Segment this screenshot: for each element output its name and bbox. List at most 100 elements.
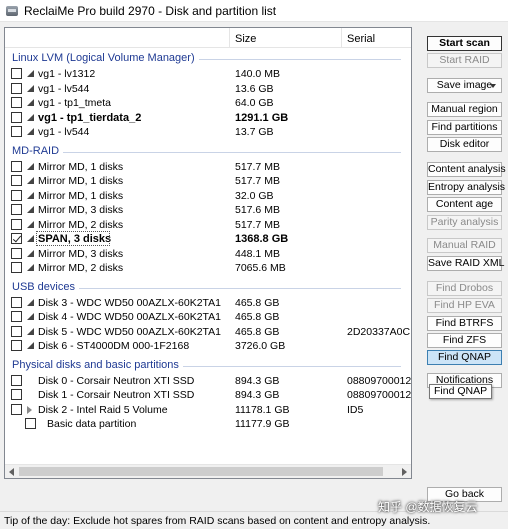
row-checkbox[interactable]: [11, 262, 22, 273]
list-item[interactable]: Mirror MD, 2 disks 517.7 MB: [5, 218, 411, 232]
find-qnap-button[interactable]: Find QNAP: [427, 350, 502, 365]
list-item[interactable]: Mirror MD, 2 disks 7065.6 MB: [5, 261, 411, 275]
row-checkbox[interactable]: [11, 111, 22, 123]
row-name: Disk 4 - WDC WD50 00AZLX-60K2TA1: [38, 311, 222, 323]
find-hp-eva-button[interactable]: Find HP EVA: [427, 298, 502, 313]
list-item[interactable]: SPAN, 3 disks 1368.8 GB: [5, 231, 411, 246]
list-item[interactable]: Disk 4 - WDC WD50 00AZLX-60K2TA1 465.8 GB: [5, 310, 411, 324]
content-analysis-button[interactable]: Content analysis: [427, 162, 506, 177]
row-name: Mirror MD, 2 disks: [38, 218, 124, 231]
tree-node-icon: [27, 84, 34, 92]
parity-analysis-label: Parity analysis: [430, 216, 499, 228]
row-checkbox[interactable]: [11, 218, 22, 230]
column-header-serial[interactable]: Serial: [347, 33, 375, 45]
list-item[interactable]: Disk 6 - ST4000DM 000-1F2168 3726.0 GB: [5, 339, 411, 353]
find-drobos-button[interactable]: Find Drobos: [427, 281, 502, 296]
find-partitions-button[interactable]: Find partitions: [427, 120, 502, 135]
find-btrfs-button[interactable]: Find BTRFS: [427, 316, 502, 331]
start-raid-button[interactable]: Start RAID: [427, 53, 502, 68]
row-name: Disk 5 - WDC WD50 00AZLX-60K2TA1: [38, 325, 222, 338]
entropy-analysis-label: Entropy analysis: [428, 181, 506, 193]
row-checkbox[interactable]: [11, 311, 22, 322]
row-size: 1368.8 GB: [235, 233, 289, 245]
row-checkbox[interactable]: [11, 82, 22, 94]
group-header: USB devices: [12, 280, 75, 293]
start-scan-button[interactable]: Start scan: [427, 36, 502, 51]
horizontal-scrollbar[interactable]: [5, 464, 411, 478]
find-drobos-label: Find Drobos: [435, 282, 494, 294]
row-size: 448.1 MB: [235, 247, 280, 260]
row-size: 894.3 GB: [235, 389, 280, 401]
tree-node-icon: [27, 191, 34, 199]
row-checkbox[interactable]: [11, 340, 22, 351]
row-checkbox[interactable]: [11, 296, 22, 308]
save-raid-xml-button[interactable]: Save RAID XML: [427, 256, 504, 271]
tree-node-icon: [27, 235, 34, 242]
row-checkbox[interactable]: [11, 175, 22, 186]
list-item[interactable]: Mirror MD, 1 disks 32.0 GB: [5, 189, 411, 203]
row-name: vg1 - lv544: [38, 82, 90, 95]
list-item[interactable]: Disk 0 - Corsair Neutron XTI SSD 894.3 GB…: [5, 374, 411, 388]
row-checkbox[interactable]: [11, 189, 22, 201]
manual-region-button[interactable]: Manual region: [427, 102, 502, 117]
group-divider: [183, 365, 401, 367]
save-image-button[interactable]: Save image: [427, 78, 502, 93]
row-size: 517.7 MB: [235, 175, 280, 187]
row-name: Disk 0 - Corsair Neutron XTI SSD: [38, 374, 195, 387]
row-checkbox[interactable]: [25, 418, 36, 429]
parity-analysis-button[interactable]: Parity analysis: [427, 215, 502, 230]
row-checkbox[interactable]: [11, 233, 22, 244]
expand-arrow-icon[interactable]: [27, 405, 32, 414]
column-separator[interactable]: [229, 28, 230, 48]
list-item[interactable]: Mirror MD, 1 disks 517.7 MB: [5, 174, 411, 188]
list-item[interactable]: Basic data partition 11177.9 GB: [5, 417, 411, 431]
column-separator[interactable]: [341, 28, 342, 48]
row-checkbox[interactable]: [11, 389, 22, 400]
row-checkbox[interactable]: [11, 68, 22, 79]
row-size: 517.7 MB: [235, 160, 280, 173]
list-item[interactable]: Disk 3 - WDC WD50 00AZLX-60K2TA1 465.8 GB: [5, 296, 411, 310]
disk-editor-label: Disk editor: [439, 138, 490, 150]
row-checkbox[interactable]: [11, 126, 22, 137]
group-header: MD-RAID: [12, 144, 60, 157]
row-size: 13.7 GB: [235, 126, 274, 138]
tree-node-icon: [27, 298, 34, 306]
row-checkbox[interactable]: [11, 374, 22, 386]
row-size: 465.8 GB: [235, 325, 280, 338]
tip-of-the-day: Tip of the day: Exclude hot spares from …: [4, 515, 431, 527]
row-name: vg1 - tp1_tierdata_2: [38, 111, 142, 124]
list-item[interactable]: Disk 2 - Intel Raid 5 Volume 11178.1 GB ID…: [5, 403, 411, 417]
find-zfs-button[interactable]: Find ZFS: [427, 333, 502, 348]
row-checkbox[interactable]: [11, 97, 22, 108]
row-checkbox[interactable]: [11, 204, 22, 215]
list-item[interactable]: vg1 - tp1_tierdata_2 1291.1 GB: [5, 111, 411, 125]
tree-node-icon: [27, 70, 34, 77]
scroll-left-arrow-icon[interactable]: [9, 468, 14, 476]
list-item[interactable]: Mirror MD, 3 disks 517.6 MB: [5, 203, 411, 217]
list-item[interactable]: vg1 - lv1312 140.0 MB: [5, 67, 411, 81]
find-partitions-label: Find partitions: [431, 121, 498, 133]
list-item[interactable]: Mirror MD, 1 disks 517.7 MB: [5, 160, 411, 174]
list-item[interactable]: vg1 - lv544 13.6 GB: [5, 82, 411, 96]
disk-partition-list[interactable]: Size Serial Linux LVM (Logical Volume Ma…: [4, 27, 412, 479]
list-item[interactable]: vg1 - lv544 13.7 GB: [5, 125, 411, 139]
row-checkbox[interactable]: [11, 325, 22, 337]
entropy-analysis-button[interactable]: Entropy analysis: [427, 180, 506, 195]
manual-region-label: Manual region: [431, 103, 498, 115]
row-size: 140.0 MB: [235, 68, 280, 80]
list-item[interactable]: Disk 5 - WDC WD50 00AZLX-60K2TA1 465.8 GB…: [5, 325, 411, 339]
row-checkbox[interactable]: [11, 160, 22, 172]
list-item[interactable]: Mirror MD, 3 disks 448.1 MB: [5, 247, 411, 261]
group-header: Linux LVM (Logical Volume Manager): [12, 52, 195, 64]
list-item[interactable]: Disk 1 - Corsair Neutron XTI SSD 894.3 GB…: [5, 388, 411, 402]
scroll-right-arrow-icon[interactable]: [402, 468, 407, 476]
row-checkbox[interactable]: [11, 403, 22, 415]
content-age-button[interactable]: Content age: [427, 197, 502, 212]
list-item[interactable]: vg1 - tp1_tmeta 64.0 GB: [5, 96, 411, 110]
manual-raid-button[interactable]: Manual RAID: [427, 238, 502, 253]
row-checkbox[interactable]: [11, 247, 22, 259]
scrollbar-thumb[interactable]: [19, 467, 383, 476]
disk-editor-button[interactable]: Disk editor: [427, 137, 502, 152]
column-header-size[interactable]: Size: [235, 33, 256, 45]
row-size: 11178.1 GB: [235, 403, 290, 416]
